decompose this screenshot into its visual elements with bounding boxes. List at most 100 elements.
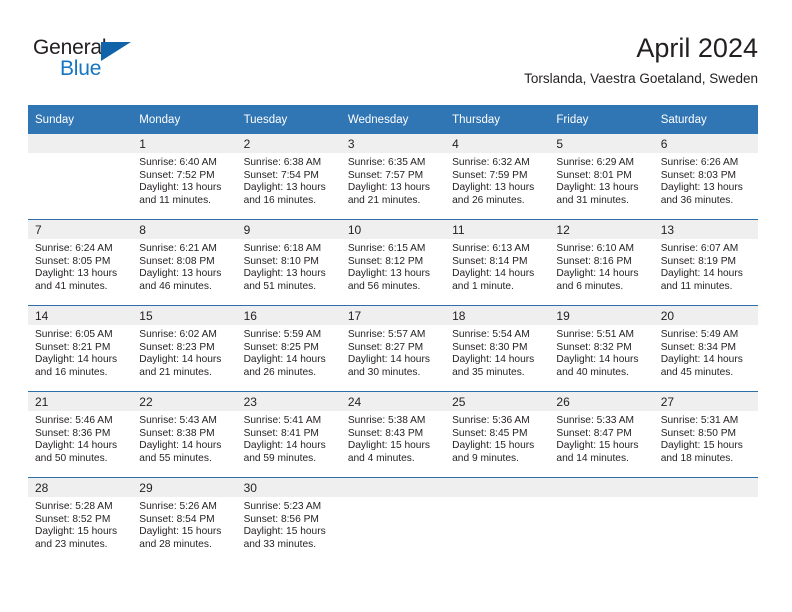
calendar-day-cell[interactable]: 15 Sunrise: 6:02 AM Sunset: 8:23 PM Dayligh… <box>132 305 237 392</box>
day-number: 6 <box>653 134 758 153</box>
day-info-line: and 14 minutes. <box>556 452 629 464</box>
day-info-line: and 30 minutes. <box>347 366 421 378</box>
day-cell-content: 10 Sunrise: 6:15 AM Sunset: 8:12 PM Dayligh… <box>340 220 446 305</box>
day-info-line: and 4 minutes. <box>347 452 415 464</box>
day-info-line: Sunset: 8:54 PM <box>139 513 215 525</box>
calendar-day-cell[interactable]: 3 Sunrise: 6:35 AM Sunset: 7:57 PM Daylight… <box>340 134 446 220</box>
calendar-day-cell[interactable]: 24 Sunrise: 5:38 AM Sunset: 8:43 PM Dayligh… <box>340 391 446 478</box>
day-number: 16 <box>236 306 341 325</box>
calendar-day-cell[interactable]: 20 Sunrise: 5:49 AM Sunset: 8:34 PM Dayligh… <box>653 305 758 392</box>
day-number <box>653 478 758 497</box>
weekday-header-monday: Monday <box>132 105 237 134</box>
day-info-line: Sunrise: 5:33 AM <box>556 415 634 426</box>
calendar-day-cell[interactable]: 16 Sunrise: 5:59 AM Sunset: 8:25 PM Dayligh… <box>236 305 341 392</box>
day-sun-info: Sunrise: 5:57 AM Sunset: 8:27 PM Daylight:… <box>341 325 445 379</box>
calendar-day-cell[interactable]: 14 Sunrise: 6:05 AM Sunset: 8:21 PM Dayligh… <box>28 305 133 392</box>
day-info-line: Sunset: 8:52 PM <box>35 513 111 525</box>
calendar-day-cell[interactable]: 23 Sunrise: 5:41 AM Sunset: 8:41 PM Dayligh… <box>236 391 341 478</box>
day-info-line: and 28 minutes. <box>139 538 212 550</box>
calendar-day-cell[interactable]: 29 Sunrise: 5:26 AM Sunset: 8:54 PM Dayligh… <box>132 477 237 563</box>
day-info-line: Sunrise: 6:18 AM <box>243 243 322 254</box>
calendar-day-cell[interactable]: 13 Sunrise: 6:07 AM Sunset: 8:19 PM Dayligh… <box>653 219 758 306</box>
weekday-header-sunday: Sunday <box>28 105 133 134</box>
day-info-line: and 26 minutes. <box>452 194 525 206</box>
day-sun-info: Sunrise: 6:26 AM Sunset: 8:03 PM Daylight:… <box>654 153 758 207</box>
day-cell-content: 13 Sunrise: 6:07 AM Sunset: 8:19 PM Dayligh… <box>653 220 758 305</box>
day-sun-info: Sunrise: 6:10 AM Sunset: 8:16 PM Daylight:… <box>549 239 653 293</box>
calendar-day-cell[interactable]: 5 Sunrise: 6:29 AM Sunset: 8:01 PM Daylight… <box>549 134 654 220</box>
calendar-day-cell[interactable]: 2 Sunrise: 6:38 AM Sunset: 7:54 PM Daylight… <box>236 134 341 220</box>
day-info-line: Sunrise: 6:32 AM <box>452 157 530 168</box>
weekday-header-tuesday: Tuesday <box>236 105 341 134</box>
day-info-line: Daylight: 14 hours <box>556 268 639 280</box>
day-info-line: Sunset: 8:38 PM <box>139 427 215 439</box>
day-number: 29 <box>132 478 237 497</box>
day-cell-content: 18 Sunrise: 5:54 AM Sunset: 8:30 PM Dayligh… <box>445 306 550 391</box>
calendar-day-cell[interactable]: 19 Sunrise: 5:51 AM Sunset: 8:32 PM Dayligh… <box>549 305 654 392</box>
calendar-day-cell[interactable]: 1 Sunrise: 6:40 AM Sunset: 7:52 PM Daylight… <box>132 134 237 220</box>
calendar-week-row: 1 Sunrise: 6:40 AM Sunset: 7:52 PM Daylight… <box>28 134 758 220</box>
day-number: 14 <box>28 306 133 325</box>
day-cell-content: 15 Sunrise: 6:02 AM Sunset: 8:23 PM Dayligh… <box>132 306 237 391</box>
calendar-day-cell[interactable]: 7 Sunrise: 6:24 AM Sunset: 8:05 PM Daylight… <box>28 219 133 306</box>
calendar-day-cell[interactable]: 9 Sunrise: 6:18 AM Sunset: 8:10 PM Daylight… <box>236 219 341 306</box>
day-info-line: Sunset: 8:23 PM <box>139 341 215 353</box>
day-sun-info: Sunrise: 6:15 AM Sunset: 8:12 PM Daylight:… <box>341 239 445 293</box>
calendar-day-cell[interactable]: 21 Sunrise: 5:46 AM Sunset: 8:36 PM Dayligh… <box>28 391 133 478</box>
day-number: 3 <box>340 134 446 153</box>
day-cell-content: 16 Sunrise: 5:59 AM Sunset: 8:25 PM Dayligh… <box>236 306 341 391</box>
day-cell-content: 12 Sunrise: 6:10 AM Sunset: 8:16 PM Dayligh… <box>549 220 654 305</box>
day-info-line: Sunset: 7:57 PM <box>347 169 424 181</box>
calendar-day-cell[interactable]: 8 Sunrise: 6:21 AM Sunset: 8:08 PM Daylight… <box>132 219 237 306</box>
day-sun-info: Sunrise: 5:51 AM Sunset: 8:32 PM Daylight:… <box>549 325 653 379</box>
day-info-line: Daylight: 14 hours <box>243 354 326 366</box>
calendar-day-cell[interactable]: 22 Sunrise: 5:43 AM Sunset: 8:38 PM Dayligh… <box>132 391 237 478</box>
day-number: 27 <box>653 392 758 411</box>
day-info-line: Sunrise: 5:54 AM <box>452 329 530 340</box>
calendar-day-cell[interactable]: 28 Sunrise: 5:28 AM Sunset: 8:52 PM Dayligh… <box>28 477 133 563</box>
day-sun-info: Sunrise: 5:28 AM Sunset: 8:52 PM Daylight:… <box>28 497 132 551</box>
calendar-day-cell[interactable]: 10 Sunrise: 6:15 AM Sunset: 8:12 PM Dayligh… <box>340 219 446 306</box>
day-info-line: Daylight: 15 hours <box>452 440 535 452</box>
day-info-line: Sunrise: 5:28 AM <box>35 501 113 512</box>
day-info-line: and 46 minutes. <box>139 280 212 292</box>
day-number: 30 <box>236 478 341 497</box>
day-info-line: and 18 minutes. <box>660 452 734 464</box>
day-info-line: Daylight: 14 hours <box>660 354 743 366</box>
calendar-day-cell[interactable]: 12 Sunrise: 6:10 AM Sunset: 8:16 PM Dayligh… <box>549 219 654 306</box>
day-cell-content: 1 Sunrise: 6:40 AM Sunset: 7:52 PM Daylight… <box>132 134 237 219</box>
day-sun-info <box>445 497 549 501</box>
day-info-line: Daylight: 14 hours <box>139 440 222 452</box>
day-info-line: Sunrise: 5:51 AM <box>556 329 634 340</box>
calendar-day-cell[interactable]: 4 Sunrise: 6:32 AM Sunset: 7:59 PM Daylight… <box>445 134 550 220</box>
day-info-line: and 6 minutes. <box>556 280 624 292</box>
calendar-day-cell[interactable]: 25 Sunrise: 5:36 AM Sunset: 8:45 PM Dayligh… <box>445 391 550 478</box>
title-block: April 2024 Torslanda, Vaestra Goetaland,… <box>524 32 758 87</box>
day-sun-info: Sunrise: 5:38 AM Sunset: 8:43 PM Daylight:… <box>341 411 445 465</box>
day-cell-content: 5 Sunrise: 6:29 AM Sunset: 8:01 PM Daylight… <box>549 134 654 219</box>
calendar-day-cell[interactable]: 18 Sunrise: 5:54 AM Sunset: 8:30 PM Dayligh… <box>445 305 550 392</box>
calendar-empty-cell <box>340 477 446 563</box>
day-cell-content <box>28 134 133 219</box>
day-number: 24 <box>340 392 446 411</box>
day-sun-info: Sunrise: 5:41 AM Sunset: 8:41 PM Daylight:… <box>237 411 341 465</box>
day-sun-info <box>341 497 445 501</box>
day-info-line: Daylight: 14 hours <box>347 354 430 366</box>
calendar-day-cell[interactable]: 6 Sunrise: 6:26 AM Sunset: 8:03 PM Daylight… <box>653 134 758 220</box>
calendar-day-cell[interactable]: 27 Sunrise: 5:31 AM Sunset: 8:50 PM Dayligh… <box>653 391 758 478</box>
day-number: 7 <box>28 220 133 239</box>
page-header: General Blue April 2024 Torslanda, Vaest… <box>0 0 792 100</box>
weekday-header-friday: Friday <box>549 105 654 134</box>
day-cell-content <box>445 478 550 563</box>
day-info-line: Sunset: 8:41 PM <box>243 427 319 439</box>
calendar-day-cell[interactable]: 26 Sunrise: 5:33 AM Sunset: 8:47 PM Dayligh… <box>549 391 654 478</box>
day-sun-info <box>654 497 758 501</box>
day-number: 12 <box>549 220 654 239</box>
day-number: 13 <box>653 220 758 239</box>
calendar-day-cell[interactable]: 17 Sunrise: 5:57 AM Sunset: 8:27 PM Dayligh… <box>340 305 446 392</box>
day-info-line: Sunrise: 5:38 AM <box>347 415 426 426</box>
calendar-day-cell[interactable]: 11 Sunrise: 6:13 AM Sunset: 8:14 PM Dayligh… <box>445 219 550 306</box>
calendar-head: Sunday Monday Tuesday Wednesday Thursday… <box>28 105 758 134</box>
calendar-day-cell[interactable]: 30 Sunrise: 5:23 AM Sunset: 8:56 PM Dayligh… <box>236 477 341 563</box>
day-info-line: Sunrise: 6:13 AM <box>452 243 530 254</box>
